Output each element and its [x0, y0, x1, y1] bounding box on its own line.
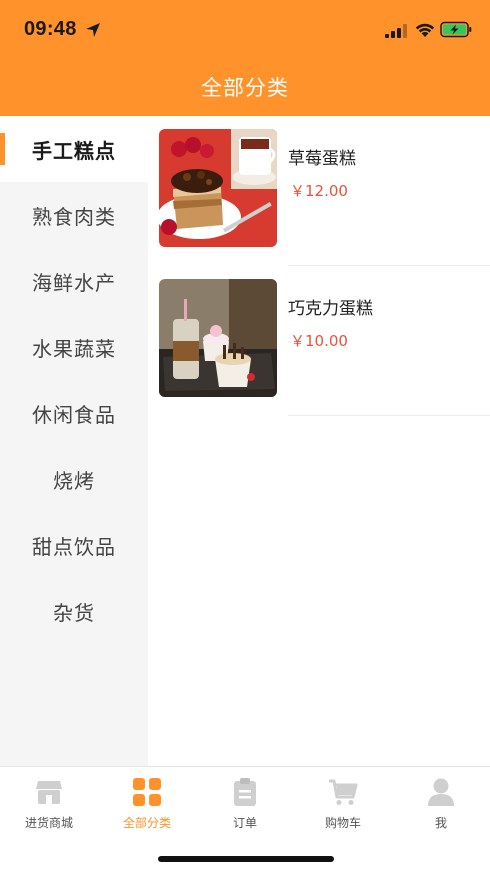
tab-orders[interactable]: 订单: [196, 767, 294, 837]
tab-all-categories[interactable]: 全部分类: [98, 767, 196, 837]
sidebar-item-desserts-drinks[interactable]: 甜点饮品: [0, 512, 148, 578]
store-icon: [36, 781, 62, 804]
header-bar: 09:48 全部分类: [0, 0, 490, 116]
strawberry-cake-photo[interactable]: [159, 129, 277, 247]
battery-charging-icon: [440, 21, 472, 38]
sidebar-item-bbq[interactable]: 烧烤: [0, 446, 148, 512]
chocolate-cake-photo[interactable]: [159, 279, 277, 397]
sidebar-item-cooked-meat[interactable]: 熟食肉类: [0, 182, 148, 248]
cart-icon: [329, 779, 358, 805]
sidebar-item-snacks[interactable]: 休闲食品: [0, 380, 148, 446]
product-name: 巧克力蛋糕: [288, 299, 373, 319]
sidebar-item-fruit-vegetables[interactable]: 水果蔬菜: [0, 314, 148, 380]
location-arrow-icon: [86, 23, 100, 37]
tab-cart[interactable]: 购物车: [294, 767, 392, 837]
sidebar-item-handmade-pastry[interactable]: 手工糕点: [0, 116, 148, 182]
wifi-icon: [415, 23, 435, 37]
tab-me[interactable]: 我: [392, 767, 490, 837]
user-icon: [428, 778, 454, 806]
product-item[interactable]: 巧克力蛋糕 ￥10.00: [148, 266, 490, 416]
tab-store[interactable]: 进货商城: [0, 767, 98, 837]
cellular-signal-icon: [385, 24, 407, 38]
page-title: 全部分类: [201, 76, 289, 100]
status-bar: 09:48: [0, 0, 490, 60]
product-price: ￥10.00: [290, 332, 348, 350]
clipboard-icon: [234, 778, 256, 806]
grid-icon: [133, 778, 161, 806]
category-sidebar: 手工糕点 熟食肉类 海鲜水产 水果蔬菜 休闲食品 烧烤 甜点饮品 杂货: [0, 116, 148, 766]
tab-label: 全部分类: [122, 816, 171, 830]
tab-label: 进货商城: [24, 816, 73, 830]
status-time: 09:48: [24, 18, 77, 40]
tab-label: 订单: [232, 816, 257, 830]
home-indicator[interactable]: [158, 856, 334, 862]
divider: [288, 415, 490, 416]
product-item[interactable]: 草莓蛋糕 ￥12.00: [148, 116, 490, 266]
tab-label: 我: [434, 816, 447, 830]
tab-label: 购物车: [324, 816, 361, 830]
product-name: 草莓蛋糕: [288, 149, 356, 169]
sidebar-item-seafood[interactable]: 海鲜水产: [0, 248, 148, 314]
product-price: ￥12.00: [290, 182, 348, 200]
sidebar-item-groceries[interactable]: 杂货: [0, 578, 148, 644]
